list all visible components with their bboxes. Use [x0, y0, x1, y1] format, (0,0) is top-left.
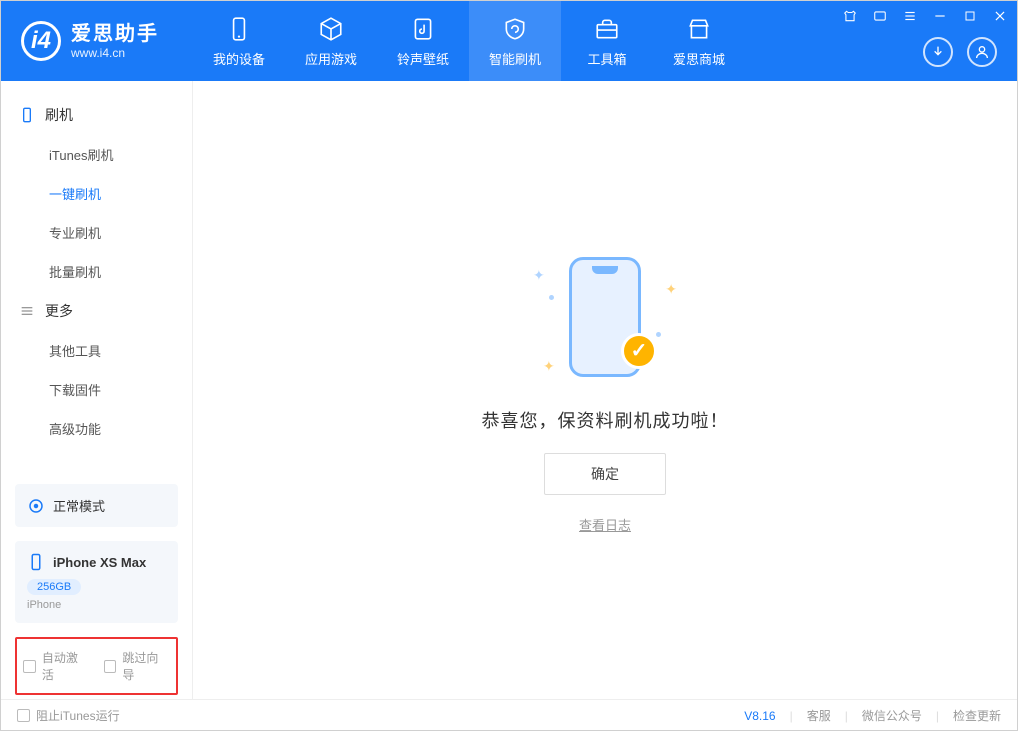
success-illustration: ✦ ✦ ✦ ✓ [515, 247, 695, 387]
sparkle-icon: ✦ [665, 281, 677, 298]
nav-tabs: 我的设备 应用游戏 铃声壁纸 智能刷机 工具箱 爱思商城 [193, 1, 745, 81]
device-phone-icon [27, 553, 45, 571]
menu-icon[interactable] [901, 7, 919, 25]
device-name-row: iPhone XS Max [27, 553, 166, 571]
device-name-text: iPhone XS Max [53, 555, 146, 570]
nav-tab-toolbox[interactable]: 工具箱 [561, 1, 653, 81]
separator: | [790, 709, 793, 723]
cube-icon [317, 15, 345, 43]
music-icon [409, 15, 437, 43]
version-label: V8.16 [744, 709, 775, 723]
success-message: 恭喜您，保资料刷机成功啦！ [482, 407, 729, 433]
footer-left: 阻止iTunes运行 [17, 707, 120, 724]
body: 刷机 iTunes刷机 一键刷机 专业刷机 批量刷机 更多 其他工具 下载固件 … [1, 81, 1017, 699]
sparkle-icon: ✦ [533, 267, 545, 284]
dot-icon [656, 332, 661, 337]
sidebar-group-flash[interactable]: 刷机 [1, 95, 192, 135]
logo-text: 爱思助手 www.i4.cn [71, 22, 159, 60]
dot-icon [549, 295, 554, 300]
nav-label: 工具箱 [587, 49, 626, 68]
download-button[interactable] [923, 37, 953, 67]
shirt-icon[interactable] [841, 7, 859, 25]
nav-tab-store[interactable]: 爱思商城 [653, 1, 745, 81]
window-controls [841, 7, 1009, 25]
check-badge-icon: ✓ [621, 333, 657, 369]
nav-label: 我的设备 [213, 49, 265, 68]
checkbox-auto-activate[interactable]: 自动激活 [23, 649, 90, 683]
group-title: 刷机 [45, 105, 73, 125]
footer-right: V8.16 | 客服 | 微信公众号 | 检查更新 [744, 707, 1001, 724]
app-header: i4 爱思助手 www.i4.cn 我的设备 应用游戏 铃声壁纸 智能刷机 工具… [1, 1, 1017, 81]
nav-label: 应用游戏 [305, 49, 357, 68]
flash-options-row: 自动激活 跳过向导 [15, 637, 178, 695]
checkbox-box [17, 709, 30, 722]
store-icon [685, 15, 713, 43]
nav-tab-flash[interactable]: 智能刷机 [469, 1, 561, 81]
footer: 阻止iTunes运行 V8.16 | 客服 | 微信公众号 | 检查更新 [1, 699, 1017, 731]
checkbox-block-itunes[interactable]: 阻止iTunes运行 [17, 707, 120, 724]
footer-link-support[interactable]: 客服 [807, 707, 831, 724]
mode-label: 正常模式 [53, 496, 105, 515]
refresh-shield-icon [501, 15, 529, 43]
nav-label: 铃声壁纸 [397, 49, 449, 68]
view-log-link[interactable]: 查看日志 [579, 515, 631, 534]
sidebar: 刷机 iTunes刷机 一键刷机 专业刷机 批量刷机 更多 其他工具 下载固件 … [1, 81, 193, 699]
close-button[interactable] [991, 7, 1009, 25]
user-button[interactable] [967, 37, 997, 67]
logo-icon: i4 [21, 21, 61, 61]
phone-icon [225, 15, 253, 43]
separator: | [845, 709, 848, 723]
sidebar-group-more[interactable]: 更多 [1, 291, 192, 331]
device-type: iPhone [27, 599, 166, 611]
footer-link-update[interactable]: 检查更新 [953, 707, 1001, 724]
device-info-card[interactable]: iPhone XS Max 256GB iPhone [15, 541, 178, 623]
footer-link-wechat[interactable]: 微信公众号 [862, 707, 922, 724]
group-title: 更多 [45, 301, 73, 321]
checkbox-box [23, 660, 36, 673]
nav-tab-my-device[interactable]: 我的设备 [193, 1, 285, 81]
checkbox-label: 跳过向导 [122, 649, 170, 683]
sidebar-item-advanced[interactable]: 高级功能 [1, 409, 192, 448]
sidebar-item-itunes-flash[interactable]: iTunes刷机 [1, 135, 192, 174]
nav-tab-apps[interactable]: 应用游戏 [285, 1, 377, 81]
sync-icon [27, 497, 45, 515]
ok-button[interactable]: 确定 [544, 453, 666, 495]
sidebar-item-oneclick-flash[interactable]: 一键刷机 [1, 174, 192, 213]
sidebar-item-pro-flash[interactable]: 专业刷机 [1, 213, 192, 252]
checkbox-box [104, 660, 117, 673]
app-title: 爱思助手 [71, 22, 159, 46]
sparkle-icon: ✦ [543, 358, 555, 375]
app-subtitle: www.i4.cn [71, 46, 159, 60]
nav-tab-ringtones[interactable]: 铃声壁纸 [377, 1, 469, 81]
checkbox-label: 自动激活 [42, 649, 90, 683]
checkbox-label: 阻止iTunes运行 [36, 707, 120, 724]
nav-label: 爱思商城 [673, 49, 725, 68]
maximize-button[interactable] [961, 7, 979, 25]
header-action-buttons [923, 37, 997, 67]
separator: | [936, 709, 939, 723]
logo-section: i4 爱思助手 www.i4.cn [1, 21, 193, 61]
toolbox-icon [593, 15, 621, 43]
lock-icon[interactable] [871, 7, 889, 25]
storage-badge: 256GB [27, 579, 81, 595]
minimize-button[interactable] [931, 7, 949, 25]
nav-label: 智能刷机 [489, 49, 541, 68]
mode-card[interactable]: 正常模式 [15, 484, 178, 527]
main-content: ✦ ✦ ✦ ✓ 恭喜您，保资料刷机成功啦！ 确定 查看日志 [193, 81, 1017, 699]
sidebar-item-batch-flash[interactable]: 批量刷机 [1, 252, 192, 291]
sidebar-item-download-firmware[interactable]: 下载固件 [1, 370, 192, 409]
sidebar-item-other-tools[interactable]: 其他工具 [1, 331, 192, 370]
checkbox-skip-guide[interactable]: 跳过向导 [104, 649, 171, 683]
